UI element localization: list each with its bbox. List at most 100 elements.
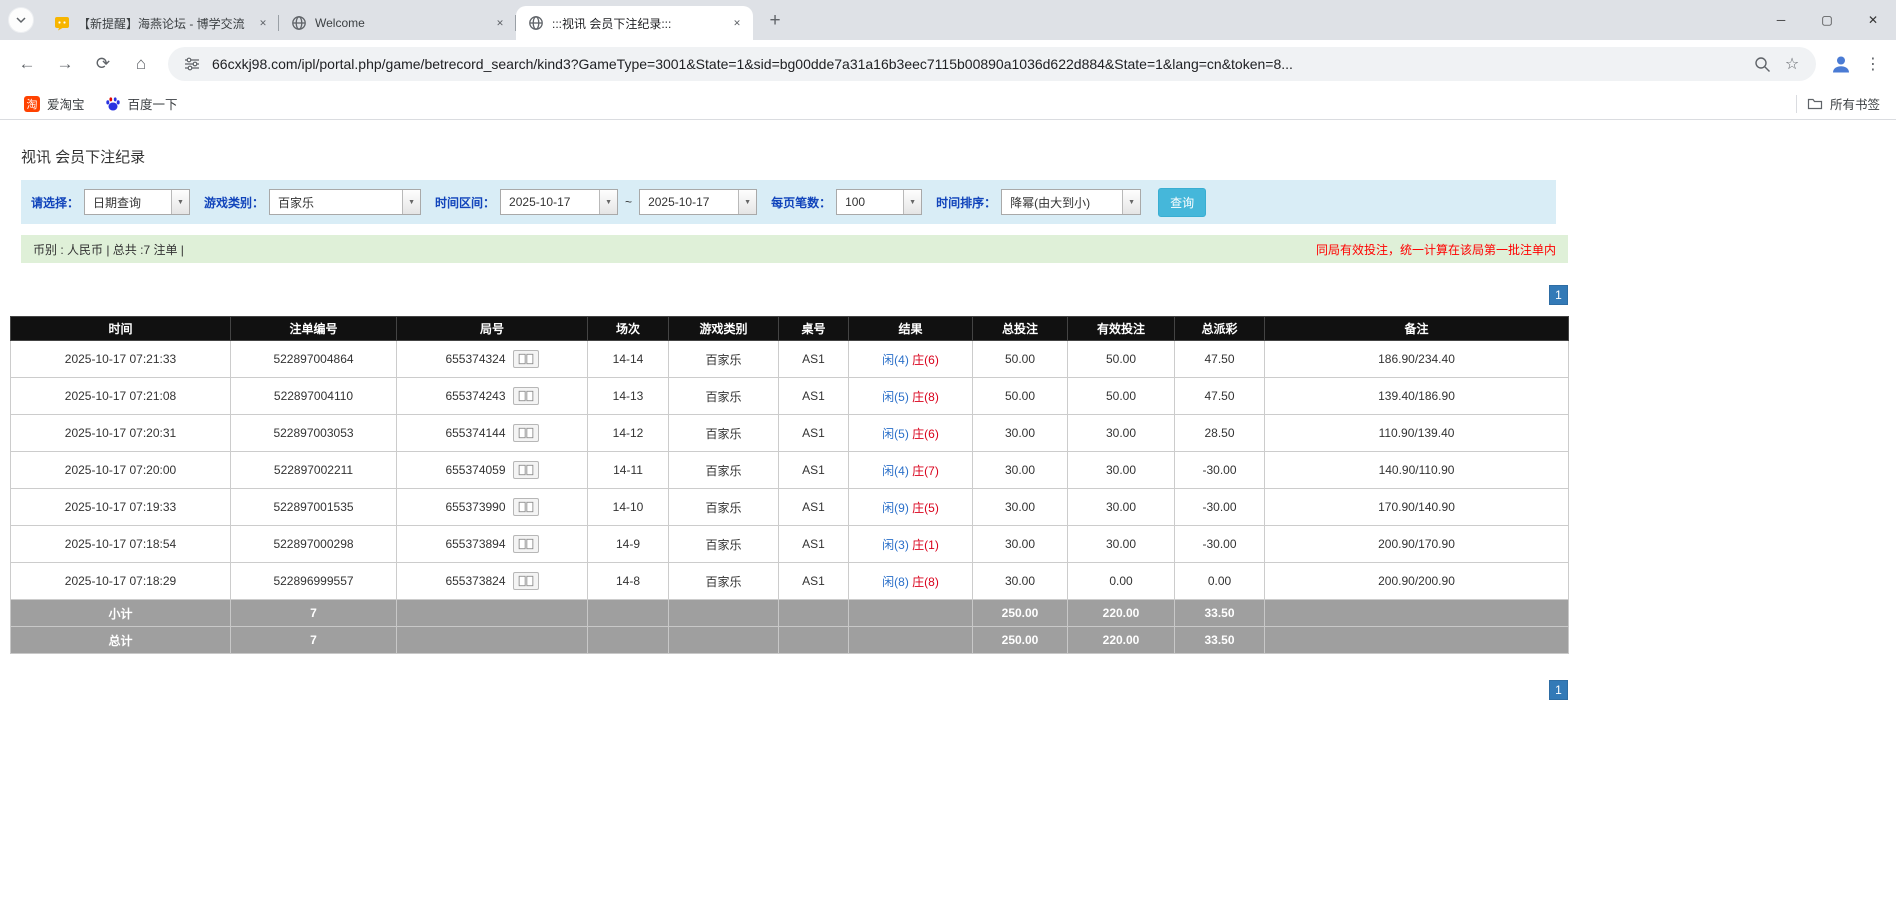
- bookmarks-divider: [1796, 95, 1797, 113]
- result-banker: 庄(8): [912, 390, 939, 404]
- forward-button[interactable]: →: [48, 47, 82, 81]
- cards-icon: [517, 427, 535, 439]
- bet-records-table: 时间 注单编号 局号 场次 游戏类别 桌号 结果 总投注 有效投注 总派彩 备注…: [10, 316, 1569, 654]
- bet-id-cell: 522897000298: [231, 526, 397, 563]
- cards-icon: [517, 390, 535, 402]
- tab-title: :::视讯 会员下注纪录:::: [552, 15, 721, 32]
- round-id: 655373824: [445, 574, 505, 588]
- sort-order-select[interactable]: 降幂(由大到小) ▼: [1001, 189, 1141, 215]
- round-result-button[interactable]: [513, 572, 539, 590]
- dropdown-arrow-icon[interactable]: ▼: [903, 190, 921, 214]
- note-cell: 200.90/200.90: [1265, 563, 1569, 600]
- minimize-button[interactable]: ─: [1758, 0, 1804, 40]
- dropdown-arrow-icon[interactable]: ▼: [738, 190, 756, 214]
- total-bet-cell[interactable]: 30.00: [973, 489, 1068, 526]
- table-no-cell: AS1: [779, 526, 849, 563]
- date-from-value: 2025-10-17: [501, 190, 599, 214]
- filter-bar: 请选择： 日期查询 ▼ 游戏类别： 百家乐 ▼ 时间区间： 2025-10-17…: [21, 180, 1556, 224]
- col-payout: 总派彩: [1175, 317, 1265, 341]
- bookmark-baidu[interactable]: 百度一下: [95, 90, 188, 117]
- round-id: 655373894: [445, 537, 505, 551]
- valid-bet-cell: 30.00: [1068, 452, 1175, 489]
- result-player: 闲(3): [882, 538, 909, 552]
- site-settings-icon[interactable]: [182, 54, 202, 74]
- round-result-button[interactable]: [513, 424, 539, 442]
- close-button[interactable]: ✕: [1850, 0, 1896, 40]
- page-title: 视讯 会员下注纪录: [21, 146, 1896, 167]
- pagination-top: 1: [10, 285, 1568, 305]
- payout-cell: 0.00: [1175, 563, 1265, 600]
- col-table-no: 桌号: [779, 317, 849, 341]
- result-banker: 庄(1): [912, 538, 939, 552]
- note-cell: 110.90/139.40: [1265, 415, 1569, 452]
- maximize-button[interactable]: ▢: [1804, 0, 1850, 40]
- tab-welcome[interactable]: Welcome ✕: [279, 6, 516, 40]
- tab-forum[interactable]: 【新提醒】海燕论坛 - 博学交流 ✕: [42, 6, 279, 40]
- select-type-label: 请选择：: [31, 194, 79, 211]
- total-bet-cell[interactable]: 30.00: [973, 526, 1068, 563]
- tab-close-icon[interactable]: ✕: [255, 15, 271, 31]
- bookmark-star-icon[interactable]: ☆: [1782, 54, 1802, 74]
- tab-bet-records[interactable]: :::视讯 会员下注纪录::: ✕: [516, 6, 753, 40]
- total-bet-cell[interactable]: 50.00: [973, 378, 1068, 415]
- cards-icon: [517, 538, 535, 550]
- tab-title: Welcome: [315, 16, 484, 30]
- page-size-label: 每页笔数：: [771, 194, 831, 211]
- address-bar[interactable]: 66cxkj98.com/ipl/portal.php/game/betreco…: [168, 47, 1816, 81]
- valid-bet-cell: 30.00: [1068, 489, 1175, 526]
- query-type-select[interactable]: 日期查询 ▼: [84, 189, 190, 215]
- profile-avatar[interactable]: [1824, 47, 1858, 81]
- table-row: 2025-10-17 07:20:00 522897002211 6553740…: [11, 452, 1569, 489]
- dropdown-arrow-icon[interactable]: ▼: [171, 190, 189, 214]
- round-result-button[interactable]: [513, 498, 539, 516]
- date-from-select[interactable]: 2025-10-17 ▼: [500, 189, 618, 215]
- page-size-select[interactable]: 100 ▼: [836, 189, 922, 215]
- round-result-button[interactable]: [513, 387, 539, 405]
- reload-button[interactable]: ⟳: [86, 47, 120, 81]
- tab-close-icon[interactable]: ✕: [729, 15, 745, 31]
- new-tab-button[interactable]: +: [761, 7, 789, 35]
- table-row: 2025-10-17 07:20:31 522897003053 6553741…: [11, 415, 1569, 452]
- round-result-button[interactable]: [513, 350, 539, 368]
- sort-order-label: 时间排序：: [936, 194, 996, 211]
- result-player: 闲(5): [882, 427, 909, 441]
- zoom-icon[interactable]: [1752, 54, 1772, 74]
- total-bet-cell[interactable]: 30.00: [973, 452, 1068, 489]
- home-button[interactable]: ⌂: [124, 47, 158, 81]
- date-to-select[interactable]: 2025-10-17 ▼: [639, 189, 757, 215]
- payout-cell: 47.50: [1175, 341, 1265, 378]
- url-text: 66cxkj98.com/ipl/portal.php/game/betreco…: [212, 56, 1742, 72]
- browser-menu-icon[interactable]: ⋮: [1858, 47, 1888, 81]
- search-button[interactable]: 查询: [1158, 188, 1206, 217]
- table-no-cell: AS1: [779, 415, 849, 452]
- baidu-paw-icon: [105, 96, 121, 112]
- page-1-button[interactable]: 1: [1549, 285, 1568, 305]
- round-result-button[interactable]: [513, 461, 539, 479]
- sort-order-value: 降幂(由大到小): [1002, 190, 1122, 214]
- round-id: 655374144: [445, 426, 505, 440]
- all-bookmarks-button[interactable]: 所有书签: [1807, 94, 1882, 113]
- result-cell: 闲(4) 庄(6): [849, 341, 973, 378]
- total-bet-cell[interactable]: 50.00: [973, 341, 1068, 378]
- total-bet-cell[interactable]: 30.00: [973, 415, 1068, 452]
- dropdown-arrow-icon[interactable]: ▼: [599, 190, 617, 214]
- browser-toolbar: ← → ⟳ ⌂ 66cxkj98.com/ipl/portal.php/game…: [0, 40, 1896, 88]
- tab-close-icon[interactable]: ✕: [492, 15, 508, 31]
- total-payout: 33.50: [1175, 627, 1265, 654]
- bookmark-aitaobao[interactable]: 淘 爱淘宝: [14, 90, 95, 117]
- total-row: 总计 7 250.00 220.00 33.50: [11, 627, 1569, 654]
- empty-cell: [849, 627, 973, 654]
- round-result-button[interactable]: [513, 535, 539, 553]
- tab-search-button[interactable]: [8, 7, 34, 33]
- col-result: 结果: [849, 317, 973, 341]
- back-button[interactable]: ←: [10, 47, 44, 81]
- page-content: 视讯 会员下注纪录 请选择： 日期查询 ▼ 游戏类别： 百家乐 ▼ 时间区间： …: [0, 146, 1896, 700]
- total-bet-cell[interactable]: 30.00: [973, 563, 1068, 600]
- note-cell: 170.90/140.90: [1265, 489, 1569, 526]
- page-1-button[interactable]: 1: [1549, 680, 1568, 700]
- dropdown-arrow-icon[interactable]: ▼: [402, 190, 420, 214]
- dropdown-arrow-icon[interactable]: ▼: [1122, 190, 1140, 214]
- game-type-select[interactable]: 百家乐 ▼: [269, 189, 421, 215]
- note-cell: 140.90/110.90: [1265, 452, 1569, 489]
- table-row: 2025-10-17 07:18:29 522896999557 6553738…: [11, 563, 1569, 600]
